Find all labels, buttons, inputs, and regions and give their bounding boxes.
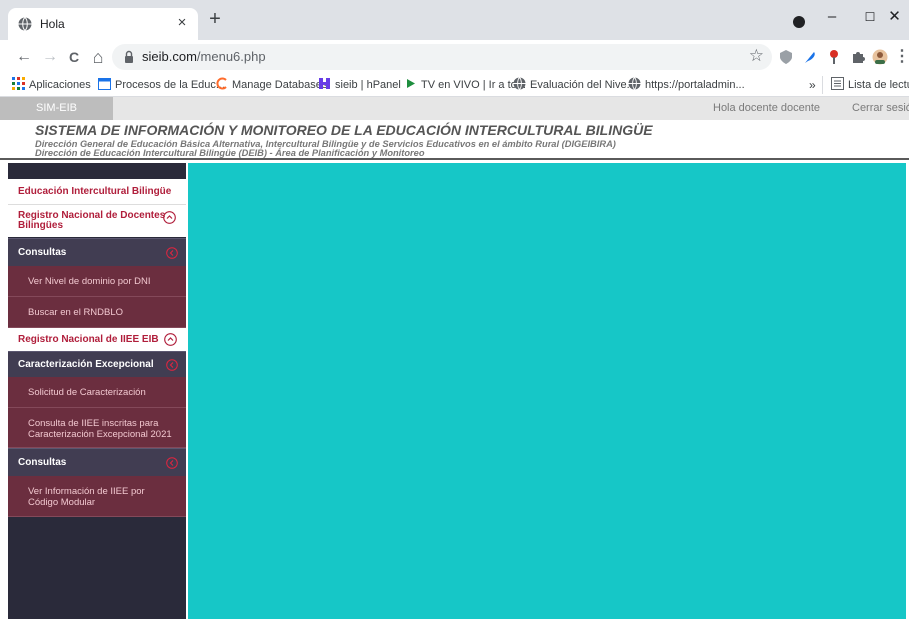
label-line-1: Consulta de IIEE inscritas para — [28, 418, 159, 429]
apps-grid-icon — [12, 77, 25, 90]
address-bar-row: ← → C ⌂ sieib.com/menu6.php ☆ — [0, 40, 909, 73]
extension-feather-icon[interactable] — [802, 49, 818, 65]
home-icon[interactable]: ⌂ — [88, 47, 108, 67]
url-path: /menu6.php — [196, 49, 266, 64]
bookmark-procesos[interactable]: Procesos de la Educ... — [98, 77, 225, 93]
page-title: SISTEMA DE INFORMACIÓN Y MONITOREO DE LA… — [35, 122, 653, 138]
sidebar-item-label: Registro Nacional de IIEE EIB — [18, 334, 159, 345]
bookmarks-bar: Aplicaciones Procesos de la Educ... Mana… — [0, 73, 909, 97]
globe-icon — [18, 17, 32, 31]
sidebar-item-label: Solicitud de Caracterización — [28, 387, 146, 398]
chevron-left-icon — [166, 457, 178, 469]
sidebar-item-label: Buscar en el RNDBLO — [28, 307, 124, 318]
url-text: sieib.com/menu6.php — [142, 49, 266, 64]
bookmarks-divider — [822, 76, 823, 94]
bookmark-portaladmin[interactable]: https://portaladmin... — [628, 77, 745, 93]
bookmark-aplicaciones[interactable]: Aplicaciones — [12, 77, 91, 93]
url-host: sieib.com — [142, 49, 197, 64]
top-strip: SIM-EIB Hola docente docente Cerrar sesi… — [0, 97, 909, 120]
reading-list-icon — [831, 77, 844, 90]
bookmark-label: Aplicaciones — [29, 79, 91, 91]
sidebar-item-registro-iiee[interactable]: Registro Nacional de IIEE EIB — [8, 328, 186, 351]
profile-indicator-icon[interactable] — [793, 16, 805, 28]
cpanel-icon — [216, 77, 227, 90]
extension-shield-icon[interactable] — [778, 49, 794, 65]
tab-close-icon[interactable]: × — [174, 14, 190, 31]
logout-link[interactable]: Cerrar sesión — [852, 102, 909, 114]
back-icon[interactable]: ← — [14, 47, 34, 67]
chevron-up-icon — [163, 211, 176, 224]
screen: Hola × + – ☐ ✕ ← → C ⌂ sieib.com/menu6.p… — [0, 0, 909, 619]
sidebar-item-label: Ver Nivel de dominio por DNI — [28, 276, 151, 287]
sidebar-item-buscar-rndblo[interactable]: Buscar en el RNDBLO — [8, 297, 186, 328]
close-window-button[interactable]: ✕ — [880, 4, 909, 30]
sidebar: Educación Intercultural Bilingüe Registr… — [8, 163, 186, 619]
bookmark-star-icon[interactable]: ☆ — [749, 46, 764, 66]
lock-icon — [125, 50, 133, 63]
menu-kebab-icon[interactable]: ⋮ — [894, 47, 909, 67]
chevron-left-icon — [166, 247, 178, 259]
label-line-2: Código Modular — [28, 497, 96, 508]
globe-icon — [513, 77, 526, 90]
hostinger-icon — [319, 78, 330, 89]
bookmark-manage-databases[interactable]: Manage Databases — [215, 77, 327, 93]
avatar[interactable] — [872, 49, 888, 65]
bookmark-label: TV en VIVO | Ir a to... — [421, 79, 526, 91]
sidebar-item-label: Registro Nacional de Docentes Bilingües — [18, 211, 165, 231]
bookmark-label: Manage Databases — [232, 79, 328, 91]
bookmark-label: sieib | hPanel — [335, 79, 401, 91]
url-input[interactable]: sieib.com/menu6.php ☆ — [112, 44, 772, 70]
label-line-2: Caracterización Excepcional 2021 — [28, 429, 172, 440]
main-content-area — [188, 163, 906, 619]
label-line-2: Bilingües — [18, 220, 64, 231]
page-subtitle-2: Dirección de Educación Intercultural Bil… — [35, 148, 425, 158]
reading-list-button[interactable]: Lista de lectura — [831, 77, 909, 93]
new-tab-button[interactable]: + — [205, 9, 225, 29]
play-icon — [407, 79, 415, 88]
tab-title: Hola — [40, 17, 65, 31]
bookmark-tv-en-vivo[interactable]: TV en VIVO | Ir a to... — [404, 77, 526, 93]
bookmark-hpanel[interactable]: sieib | hPanel — [318, 77, 401, 93]
chevron-up-icon — [164, 333, 177, 346]
sidebar-item-consulta-iiee[interactable]: Consulta de IIEE inscritas para Caracteri… — [8, 408, 186, 448]
minimize-button[interactable]: – — [812, 4, 852, 30]
sidebar-item-label: Caracterización Excepcional — [18, 359, 154, 370]
greeting-text: Hola docente docente — [713, 102, 821, 114]
reload-icon[interactable]: C — [64, 47, 84, 67]
sidebar-item-ver-informacion[interactable]: Ver Información de IIEE por Código Modula… — [8, 476, 186, 517]
sidebar-item-label: Ver Información de IIEE por Código Modula… — [28, 486, 145, 508]
sidebar-item-ver-nivel[interactable]: Ver Nivel de dominio por DNI — [8, 266, 186, 297]
sidebar-item-caracterizacion[interactable]: Caracterización Excepcional — [8, 351, 186, 377]
sidebar-item-consultas-1[interactable]: Consultas — [8, 238, 186, 266]
forward-icon[interactable]: → — [40, 47, 60, 67]
globe-icon — [628, 77, 641, 90]
sidebar-item-label: Consultas — [18, 457, 67, 468]
calendar-icon — [98, 78, 111, 90]
bookmark-evaluacion[interactable]: Evaluación del Nive... — [513, 77, 636, 93]
sidebar-item-registro-docentes[interactable]: Registro Nacional de Docentes Bilingües — [8, 205, 186, 237]
web-page: SIM-EIB Hola docente docente Cerrar sesi… — [0, 97, 909, 619]
chevron-left-icon — [166, 359, 178, 371]
bookmark-label: Evaluación del Nive... — [530, 79, 636, 91]
sidebar-item-consultas-2[interactable]: Consultas — [8, 448, 186, 476]
extension-pin-icon[interactable] — [826, 49, 842, 65]
label-line-1: Ver Información de IIEE por — [28, 486, 145, 497]
sidebar-item-eib[interactable]: Educación Intercultural Bilingüe — [8, 179, 186, 205]
tab-bar: Hola × + – ☐ ✕ — [0, 0, 909, 40]
sidebar-item-label: Consulta de IIEE inscritas para Caracteri… — [28, 418, 172, 440]
browser-tab[interactable]: Hola × — [8, 8, 198, 40]
sidebar-item-label: Consultas — [18, 247, 67, 258]
sidebar-item-solicitud[interactable]: Solicitud de Caracterización — [8, 377, 186, 408]
sidebar-item-label: Educación Intercultural Bilingüe — [18, 186, 172, 197]
reading-list-label: Lista de lectura — [848, 79, 909, 91]
site-header: SISTEMA DE INFORMACIÓN Y MONITOREO DE LA… — [0, 120, 909, 160]
extensions-puzzle-icon[interactable] — [850, 49, 866, 65]
sim-eib-badge[interactable]: SIM-EIB — [0, 97, 113, 120]
bookmark-label: https://portaladmin... — [645, 79, 745, 91]
bookmark-label: Procesos de la Educ... — [115, 79, 226, 91]
more-bookmarks-button[interactable]: » — [809, 77, 816, 93]
